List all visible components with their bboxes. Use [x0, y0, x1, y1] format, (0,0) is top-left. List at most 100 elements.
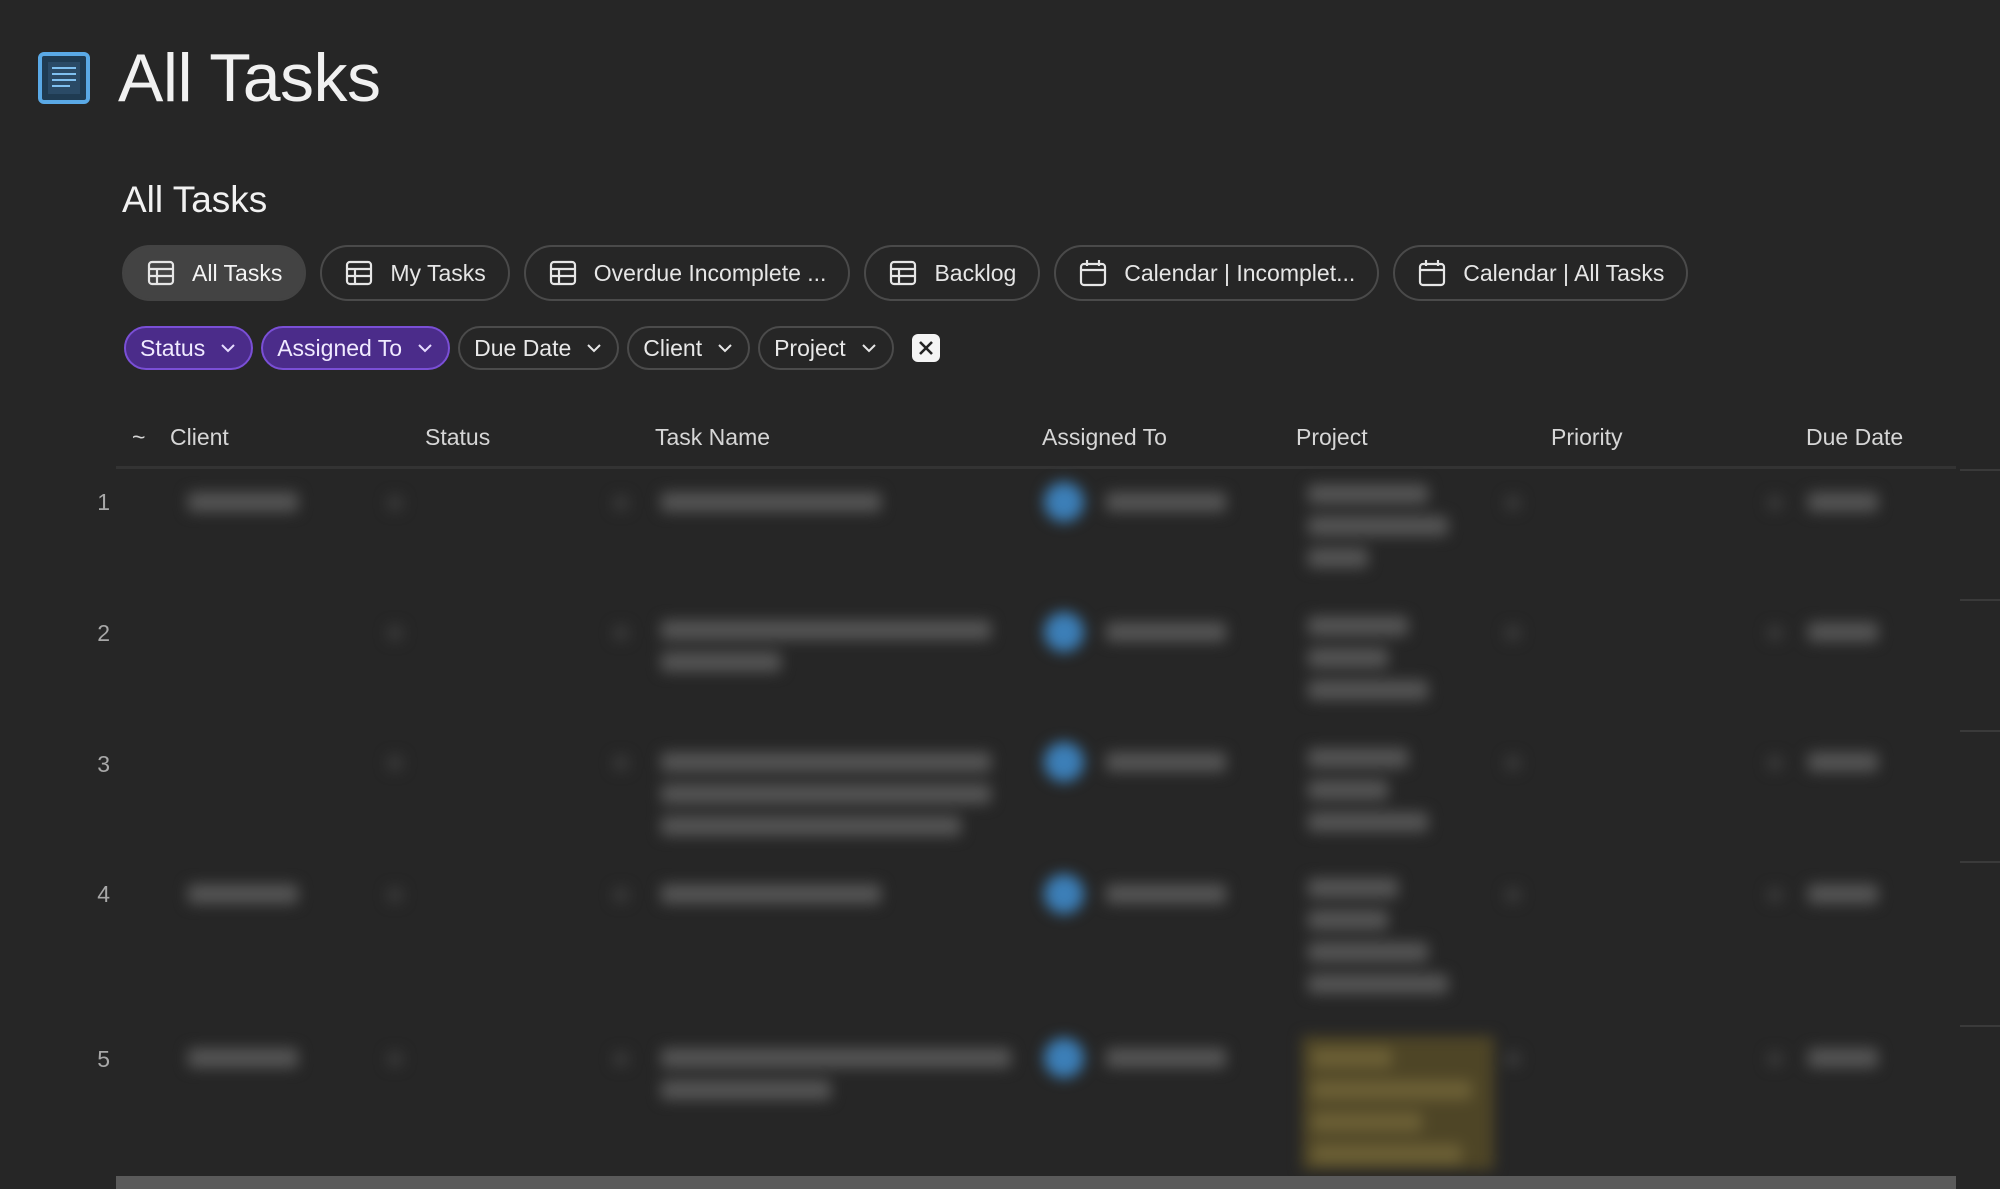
filter-label: Client [643, 334, 703, 361]
tasks-table: ~ Client Status Task Name Assigned To Pr… [0, 410, 2000, 469]
chevron-down-icon [718, 344, 732, 353]
tab-calendar-incomplete[interactable]: Calendar | Incomplet... [1054, 245, 1380, 301]
row-number: 1 [97, 489, 110, 515]
chevron-down-icon [418, 344, 432, 353]
cell-placeholder [614, 756, 628, 770]
avatar [1044, 612, 1084, 652]
cell-placeholder [1312, 1080, 1472, 1100]
column-header-project[interactable]: Project [1296, 424, 1368, 451]
filter-label: Due Date [474, 334, 572, 361]
filter-label: Assigned To [277, 334, 403, 361]
tab-label: Overdue Incomplete ... [593, 259, 827, 286]
clear-filters-button[interactable] [911, 334, 940, 362]
cell-placeholder [1808, 884, 1878, 904]
filter-project[interactable]: Project [758, 326, 894, 370]
filter-label: Project [774, 334, 846, 361]
cell-placeholder [1308, 974, 1448, 994]
row-number: 2 [97, 620, 110, 646]
cell-placeholder [188, 884, 298, 904]
cell-placeholder [388, 1052, 402, 1066]
filter-status[interactable]: Status [124, 326, 254, 370]
cell-placeholder [661, 816, 961, 836]
cell-placeholder [1106, 1048, 1226, 1068]
cell-placeholder [1308, 942, 1428, 962]
cell-placeholder [1106, 884, 1226, 904]
filter-due-date[interactable]: Due Date [458, 326, 620, 370]
column-header-priority[interactable]: Priority [1551, 424, 1623, 451]
cell-placeholder [388, 888, 402, 902]
filter-assigned-to[interactable]: Assigned To [261, 326, 451, 370]
cell-placeholder [1506, 626, 1520, 640]
row-divider [1960, 730, 2000, 732]
table-icon [549, 260, 576, 286]
cell-placeholder [1506, 496, 1520, 510]
document-lines-icon [38, 52, 90, 104]
cell-placeholder [661, 884, 881, 904]
cell-placeholder [1312, 1048, 1392, 1068]
column-header-due-date[interactable]: Due Date [1806, 424, 1903, 451]
cell-placeholder [188, 1048, 298, 1068]
cell-placeholder [1308, 548, 1368, 568]
calendar-icon [1080, 260, 1107, 287]
tab-calendar-all-tasks[interactable]: Calendar | All Tasks [1393, 245, 1689, 301]
cell-placeholder [614, 888, 628, 902]
row-number: 5 [97, 1046, 110, 1072]
cell-placeholder [1106, 622, 1226, 642]
cell-placeholder [661, 784, 991, 804]
cell-placeholder [388, 756, 402, 770]
cell-placeholder [1808, 1048, 1878, 1068]
sort-indicator[interactable]: ~ [132, 424, 145, 451]
filter-client[interactable]: Client [627, 326, 751, 370]
cell-placeholder [1308, 780, 1388, 800]
cell-placeholder [661, 1048, 1011, 1068]
cell-placeholder [614, 626, 628, 640]
cell-placeholder [1506, 756, 1520, 770]
chevron-down-icon [587, 344, 601, 353]
chevron-down-icon [221, 344, 235, 353]
column-header-assigned-to[interactable]: Assigned To [1042, 424, 1167, 451]
close-icon [918, 341, 933, 355]
tab-label: All Tasks [192, 259, 283, 286]
row-divider [1960, 469, 2000, 471]
cell-placeholder [1106, 752, 1226, 772]
cell-placeholder [1506, 1052, 1520, 1066]
cell-placeholder [1808, 622, 1878, 642]
column-header-task-name[interactable]: Task Name [655, 424, 770, 451]
cell-placeholder [1308, 516, 1448, 536]
cell-placeholder [661, 1080, 831, 1100]
cell-placeholder [1808, 492, 1878, 512]
cell-placeholder [1308, 812, 1428, 832]
tab-all-tasks[interactable]: All Tasks [122, 245, 307, 301]
cell-placeholder [614, 496, 628, 510]
column-header-status[interactable]: Status [425, 424, 490, 451]
page-title: All Tasks [118, 40, 381, 116]
tab-backlog[interactable]: Backlog [864, 245, 1041, 301]
row-number: 4 [97, 881, 110, 907]
row-divider [1960, 1025, 2000, 1027]
cell-placeholder [661, 652, 781, 672]
tab-label: Calendar | Incomplet... [1124, 259, 1356, 286]
cell-placeholder [1312, 1112, 1422, 1132]
avatar [1044, 482, 1084, 522]
cell-placeholder [1312, 1144, 1462, 1164]
cell-placeholder [1308, 484, 1428, 504]
section-title: All Tasks [122, 179, 268, 220]
tab-my-tasks[interactable]: My Tasks [320, 245, 510, 301]
cell-placeholder [661, 620, 991, 640]
calendar-icon [1419, 260, 1446, 287]
table-header: ~ Client Status Task Name Assigned To Pr… [116, 410, 1956, 469]
filter-label: Status [140, 334, 206, 361]
column-header-client[interactable]: Client [170, 424, 229, 451]
tab-label: My Tasks [390, 259, 486, 286]
cell-placeholder [1308, 878, 1398, 898]
table-icon [147, 260, 175, 286]
horizontal-scrollbar[interactable] [116, 1176, 1956, 1189]
view-tabs: All Tasks My Tasks Overdue Incomplete ..… [122, 245, 1689, 301]
avatar [1044, 742, 1084, 782]
cell-placeholder [661, 752, 991, 772]
table-icon [346, 260, 373, 286]
cell-placeholder [1308, 748, 1408, 768]
table-icon [890, 260, 917, 286]
tab-overdue-incomplete[interactable]: Overdue Incomplete ... [523, 245, 851, 301]
cell-placeholder [188, 492, 298, 512]
